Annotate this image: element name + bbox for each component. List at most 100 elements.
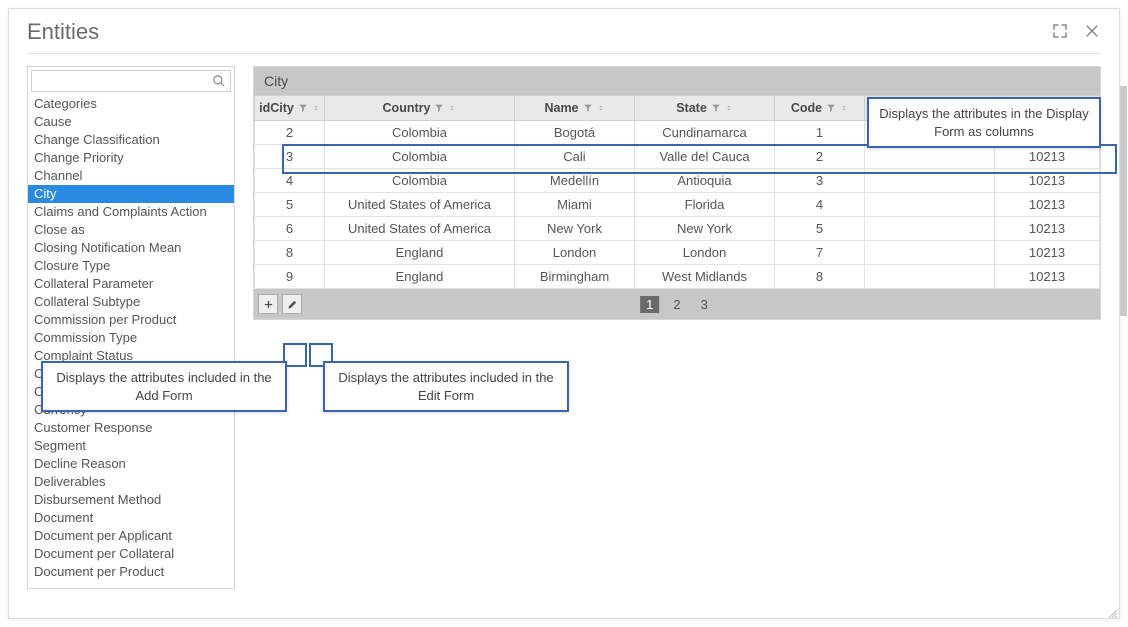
column-label: idCity — [259, 101, 294, 115]
table-cell: Birmingham — [515, 265, 635, 289]
table-cell: England — [325, 241, 515, 265]
table-cell — [865, 169, 995, 193]
column-label: Code — [791, 101, 822, 115]
entity-item[interactable]: Document per Collateral — [28, 545, 234, 563]
table-row[interactable]: 6United States of AmericaNew YorkNew Yor… — [255, 217, 1100, 241]
pagination: 123 — [640, 296, 714, 313]
scrollbar-thumb[interactable] — [1120, 86, 1127, 316]
table-cell: United States of America — [325, 217, 515, 241]
table-cell: 9 — [255, 265, 325, 289]
table-cell: Medellín — [515, 169, 635, 193]
entity-item[interactable]: Categories — [28, 95, 234, 113]
page-number[interactable]: 2 — [667, 296, 686, 313]
table-cell: 5 — [775, 217, 865, 241]
table-cell: 10213 — [995, 193, 1100, 217]
entity-item[interactable]: Cause — [28, 113, 234, 131]
table-cell — [865, 145, 995, 169]
entity-item[interactable]: Document per Product — [28, 563, 234, 581]
sort-icon[interactable] — [725, 103, 733, 113]
entity-item[interactable]: Change Classification — [28, 131, 234, 149]
table-cell: Cali — [515, 145, 635, 169]
filter-icon[interactable] — [711, 103, 721, 113]
entity-item[interactable]: Document per Applicant — [28, 527, 234, 545]
table-cell: London — [515, 241, 635, 265]
table-cell: 10213 — [995, 217, 1100, 241]
filter-icon[interactable] — [298, 103, 308, 113]
entity-item[interactable]: Closure Type — [28, 257, 234, 275]
table-row[interactable]: 5United States of AmericaMiamiFlorida410… — [255, 193, 1100, 217]
table-cell — [865, 217, 995, 241]
entity-list[interactable]: CategoriesCauseChange ClassificationChan… — [28, 95, 234, 588]
entity-item[interactable]: Collateral Parameter — [28, 275, 234, 293]
entity-item[interactable]: City — [28, 185, 234, 203]
page-number[interactable]: 1 — [640, 296, 659, 313]
column-header[interactable]: idCity — [255, 96, 325, 121]
filter-icon[interactable] — [434, 103, 444, 113]
column-label: Country — [383, 101, 431, 115]
table-footer: 123 — [254, 289, 1100, 319]
column-header[interactable]: Country — [325, 96, 515, 121]
table-cell: London — [635, 241, 775, 265]
table-cell: 2 — [775, 145, 865, 169]
entity-item[interactable]: Close as — [28, 221, 234, 239]
entity-item[interactable]: Commission Type — [28, 329, 234, 347]
entity-sidebar: CategoriesCauseChange ClassificationChan… — [27, 66, 235, 589]
entity-item[interactable]: Channel — [28, 167, 234, 185]
sort-icon[interactable] — [840, 103, 848, 113]
entity-item[interactable]: Closing Notification Mean — [28, 239, 234, 257]
page-number[interactable]: 3 — [695, 296, 714, 313]
entity-item[interactable]: Commission per Product — [28, 311, 234, 329]
entities-modal: Entities CategoriesCauseChange Classific… — [8, 8, 1120, 619]
add-button[interactable] — [258, 294, 278, 314]
table-cell: 10213 — [995, 265, 1100, 289]
table-cell: 8 — [775, 265, 865, 289]
table-row[interactable]: 3ColombiaCaliValle del Cauca210213 — [255, 145, 1100, 169]
modal-header: Entities — [9, 9, 1119, 53]
column-header[interactable]: State — [635, 96, 775, 121]
resize-handle-icon[interactable] — [1107, 606, 1117, 616]
table-cell: United States of America — [325, 193, 515, 217]
entity-item[interactable]: Disbursement Method — [28, 491, 234, 509]
sort-icon[interactable] — [448, 103, 456, 113]
column-label: Name — [544, 101, 578, 115]
table-cell: Antioquia — [635, 169, 775, 193]
column-header[interactable]: Name — [515, 96, 635, 121]
column-header[interactable]: Code — [775, 96, 865, 121]
table-cell — [865, 241, 995, 265]
table-cell: 10213 — [995, 169, 1100, 193]
maximize-icon[interactable] — [1051, 22, 1069, 43]
table-cell: New York — [515, 217, 635, 241]
table-cell — [865, 265, 995, 289]
modal-actions — [1051, 22, 1101, 43]
table-title: City — [254, 67, 1100, 95]
table-row[interactable]: 8EnglandLondonLondon710213 — [255, 241, 1100, 265]
table-cell: England — [325, 265, 515, 289]
column-label: State — [676, 101, 707, 115]
entity-item[interactable]: Document — [28, 509, 234, 527]
entity-item[interactable]: Deliverables — [28, 473, 234, 491]
table-row[interactable]: 9EnglandBirminghamWest Midlands810213 — [255, 265, 1100, 289]
table-cell: Florida — [635, 193, 775, 217]
sort-icon[interactable] — [312, 103, 320, 113]
table-cell: Colombia — [325, 121, 515, 145]
entity-item[interactable]: Collateral Subtype — [28, 293, 234, 311]
table-cell: 8 — [255, 241, 325, 265]
filter-icon[interactable] — [583, 103, 593, 113]
entity-item[interactable]: Change Priority — [28, 149, 234, 167]
table-cell: Miami — [515, 193, 635, 217]
table-cell: 7 — [775, 241, 865, 265]
entity-item[interactable]: Customer Response — [28, 419, 234, 437]
table-cell: Colombia — [325, 145, 515, 169]
close-icon[interactable] — [1083, 22, 1101, 43]
entity-item[interactable]: Claims and Complaints Action — [28, 203, 234, 221]
filter-icon[interactable] — [826, 103, 836, 113]
edit-button[interactable] — [282, 294, 302, 314]
sort-icon[interactable] — [597, 103, 605, 113]
entity-item[interactable]: Decline Reason — [28, 455, 234, 473]
table-cell: 6 — [255, 217, 325, 241]
table-cell: New York — [635, 217, 775, 241]
table-row[interactable]: 4ColombiaMedellínAntioquia310213 — [255, 169, 1100, 193]
entity-item[interactable]: Segment — [28, 437, 234, 455]
search-input[interactable] — [31, 70, 231, 92]
callout-display-form: Displays the attributes in the Display F… — [867, 97, 1101, 148]
